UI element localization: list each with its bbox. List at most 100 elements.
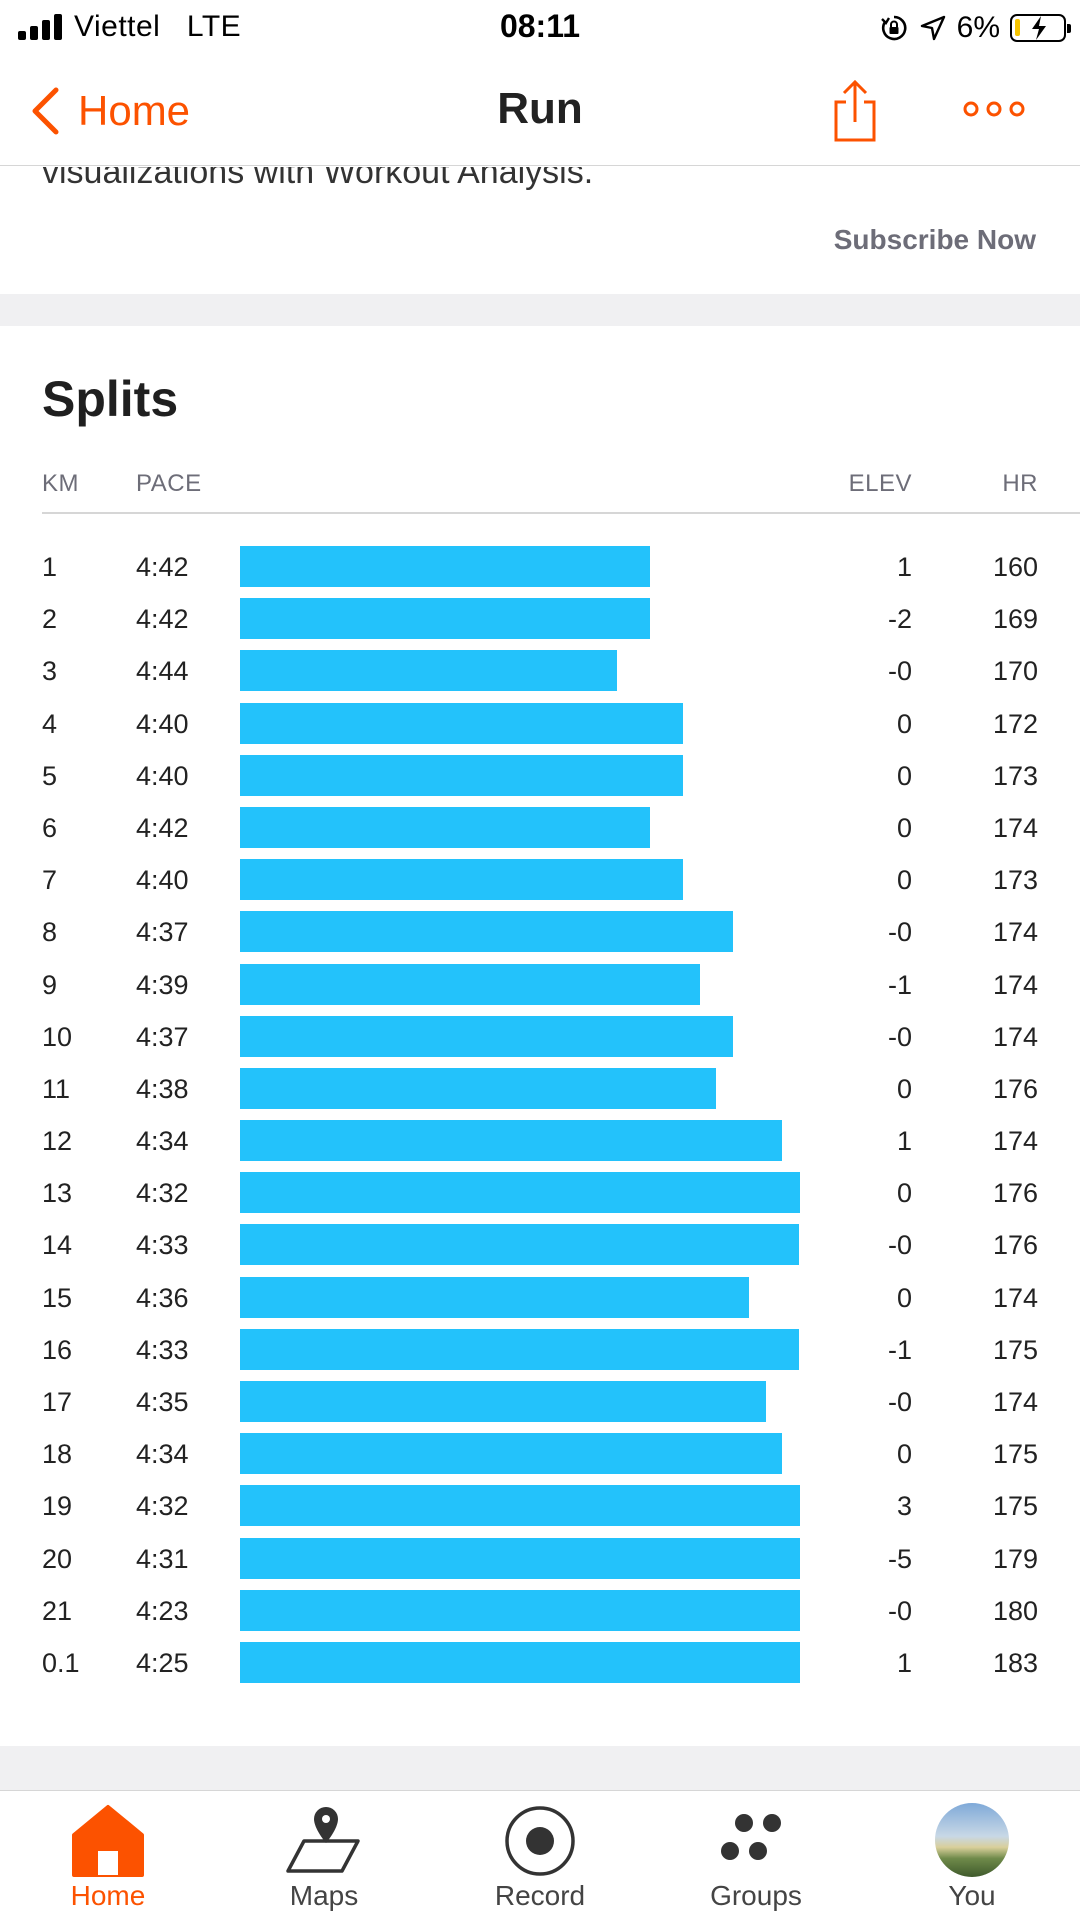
split-heart-rate: 172 (992, 708, 1038, 739)
split-pace: 4:42 (136, 604, 189, 635)
split-row: 9 4:39 -1 174 (0, 958, 1080, 1010)
split-heart-rate: 174 (992, 1126, 1038, 1157)
split-heart-rate: 174 (992, 969, 1038, 1000)
split-pace: 4:34 (136, 1126, 189, 1157)
tab-groups[interactable]: Groups (648, 1791, 864, 1920)
split-pace: 4:44 (136, 656, 189, 687)
split-heart-rate: 183 (992, 1647, 1038, 1678)
split-pace: 4:40 (136, 865, 189, 896)
network-type: LTE (186, 10, 242, 43)
pace-bar (240, 1381, 766, 1422)
split-elevation: 1 (896, 1647, 912, 1678)
pace-bar (240, 702, 683, 744)
split-elevation: -0 (887, 917, 912, 948)
split-elevation: 1 (896, 1126, 912, 1157)
pace-bar (240, 1224, 799, 1266)
home-icon (72, 1805, 144, 1877)
pace-bar (240, 650, 617, 692)
split-elevation: 0 (896, 1439, 912, 1470)
split-heart-rate: 176 (992, 1073, 1038, 1104)
pace-bar (240, 598, 650, 640)
split-row: 12 4:34 1 174 (0, 1114, 1080, 1166)
tab-home[interactable]: Home (0, 1791, 216, 1920)
pace-bar (240, 1485, 800, 1527)
status-indicators: 6% (879, 8, 1071, 48)
split-km: 3 (42, 656, 58, 687)
split-row: 13 4:32 0 176 (0, 1166, 1080, 1218)
split-km: 8 (42, 917, 58, 948)
promo-section: visualizations with Workout Analysis. (0, 167, 1080, 207)
split-row: 19 4:32 3 175 (0, 1479, 1080, 1531)
split-km: 7 (42, 865, 58, 896)
orientation-lock-icon (880, 15, 907, 41)
split-pace: 4:33 (136, 1334, 189, 1365)
column-header-hr: HR (1002, 470, 1038, 497)
carrier-label: Viettel LTE (74, 10, 241, 44)
split-pace: 4:42 (136, 812, 189, 843)
split-heart-rate: 175 (992, 1491, 1038, 1522)
tab-label: You (948, 1880, 996, 1911)
split-elevation: -1 (887, 1334, 912, 1365)
tab-label: Home (70, 1880, 146, 1911)
pace-bar (240, 1537, 800, 1579)
split-pace: 4:25 (136, 1647, 189, 1678)
split-heart-rate: 174 (992, 812, 1038, 843)
section-divider (0, 1746, 1080, 1790)
pace-bar (240, 963, 700, 1005)
split-heart-rate: 176 (992, 1178, 1038, 1209)
split-elevation: 3 (896, 1491, 912, 1522)
split-row: 5 4:40 0 173 (0, 749, 1080, 801)
back-label: Home (78, 87, 191, 134)
split-pace: 4:32 (136, 1491, 189, 1522)
split-elevation: 0 (896, 1282, 912, 1313)
tab-maps[interactable]: Maps (216, 1791, 432, 1920)
tab-bar: Home Maps Record Groups You (0, 1790, 1080, 1920)
split-elevation: -0 (887, 1230, 912, 1261)
tab-you[interactable]: You (864, 1791, 1080, 1920)
split-row: 16 4:33 -1 175 (0, 1323, 1080, 1375)
split-heart-rate: 179 (992, 1543, 1038, 1574)
pace-bar (240, 806, 650, 848)
split-pace: 4:37 (136, 917, 189, 948)
split-pace: 4:32 (136, 1178, 189, 1209)
split-pace: 4:38 (136, 1073, 189, 1104)
split-heart-rate: 173 (992, 865, 1038, 896)
more-icon[interactable] (962, 94, 1026, 124)
subscribe-now-button[interactable]: Subscribe Now (834, 224, 1036, 256)
back-button[interactable]: Home (30, 84, 190, 138)
split-elevation: 0 (896, 812, 912, 843)
split-km: 4 (42, 708, 58, 739)
pace-bar (240, 1067, 716, 1109)
split-elevation: -5 (887, 1543, 912, 1574)
pace-bar (240, 1172, 800, 1214)
split-km: 15 (42, 1282, 73, 1313)
split-km: 11 (42, 1073, 71, 1104)
navigation-bar: Home Run (0, 56, 1080, 166)
pace-bar (240, 859, 683, 901)
location-arrow-icon (920, 15, 945, 41)
split-pace: 4:39 (136, 969, 189, 1000)
split-heart-rate: 160 (992, 552, 1038, 582)
split-pace: 4:42 (136, 552, 189, 582)
split-heart-rate: 174 (992, 1387, 1038, 1417)
column-header-elev: ELEV (848, 470, 912, 497)
split-elevation: -0 (887, 1595, 912, 1626)
pace-bar (240, 754, 683, 796)
split-elevation: 0 (896, 708, 912, 739)
split-km: 19 (42, 1491, 73, 1522)
column-header-pace: PACE (136, 470, 202, 497)
split-km: 0.1 (42, 1647, 80, 1678)
split-row: 10 4:37 -0 174 (0, 1010, 1080, 1062)
share-icon[interactable] (830, 78, 880, 144)
split-heart-rate: 174 (992, 1282, 1038, 1313)
avatar (935, 1803, 1009, 1877)
split-km: 1 (42, 552, 58, 582)
status-bar: Viettel LTE 08:11 6% (0, 0, 1080, 56)
split-km: 12 (42, 1126, 73, 1157)
split-km: 21 (42, 1595, 73, 1626)
split-elevation: -1 (887, 969, 912, 1000)
tab-record[interactable]: Record (432, 1791, 648, 1920)
pace-bar (240, 1641, 800, 1683)
split-heart-rate: 180 (992, 1595, 1038, 1626)
pace-bar (240, 1433, 782, 1475)
